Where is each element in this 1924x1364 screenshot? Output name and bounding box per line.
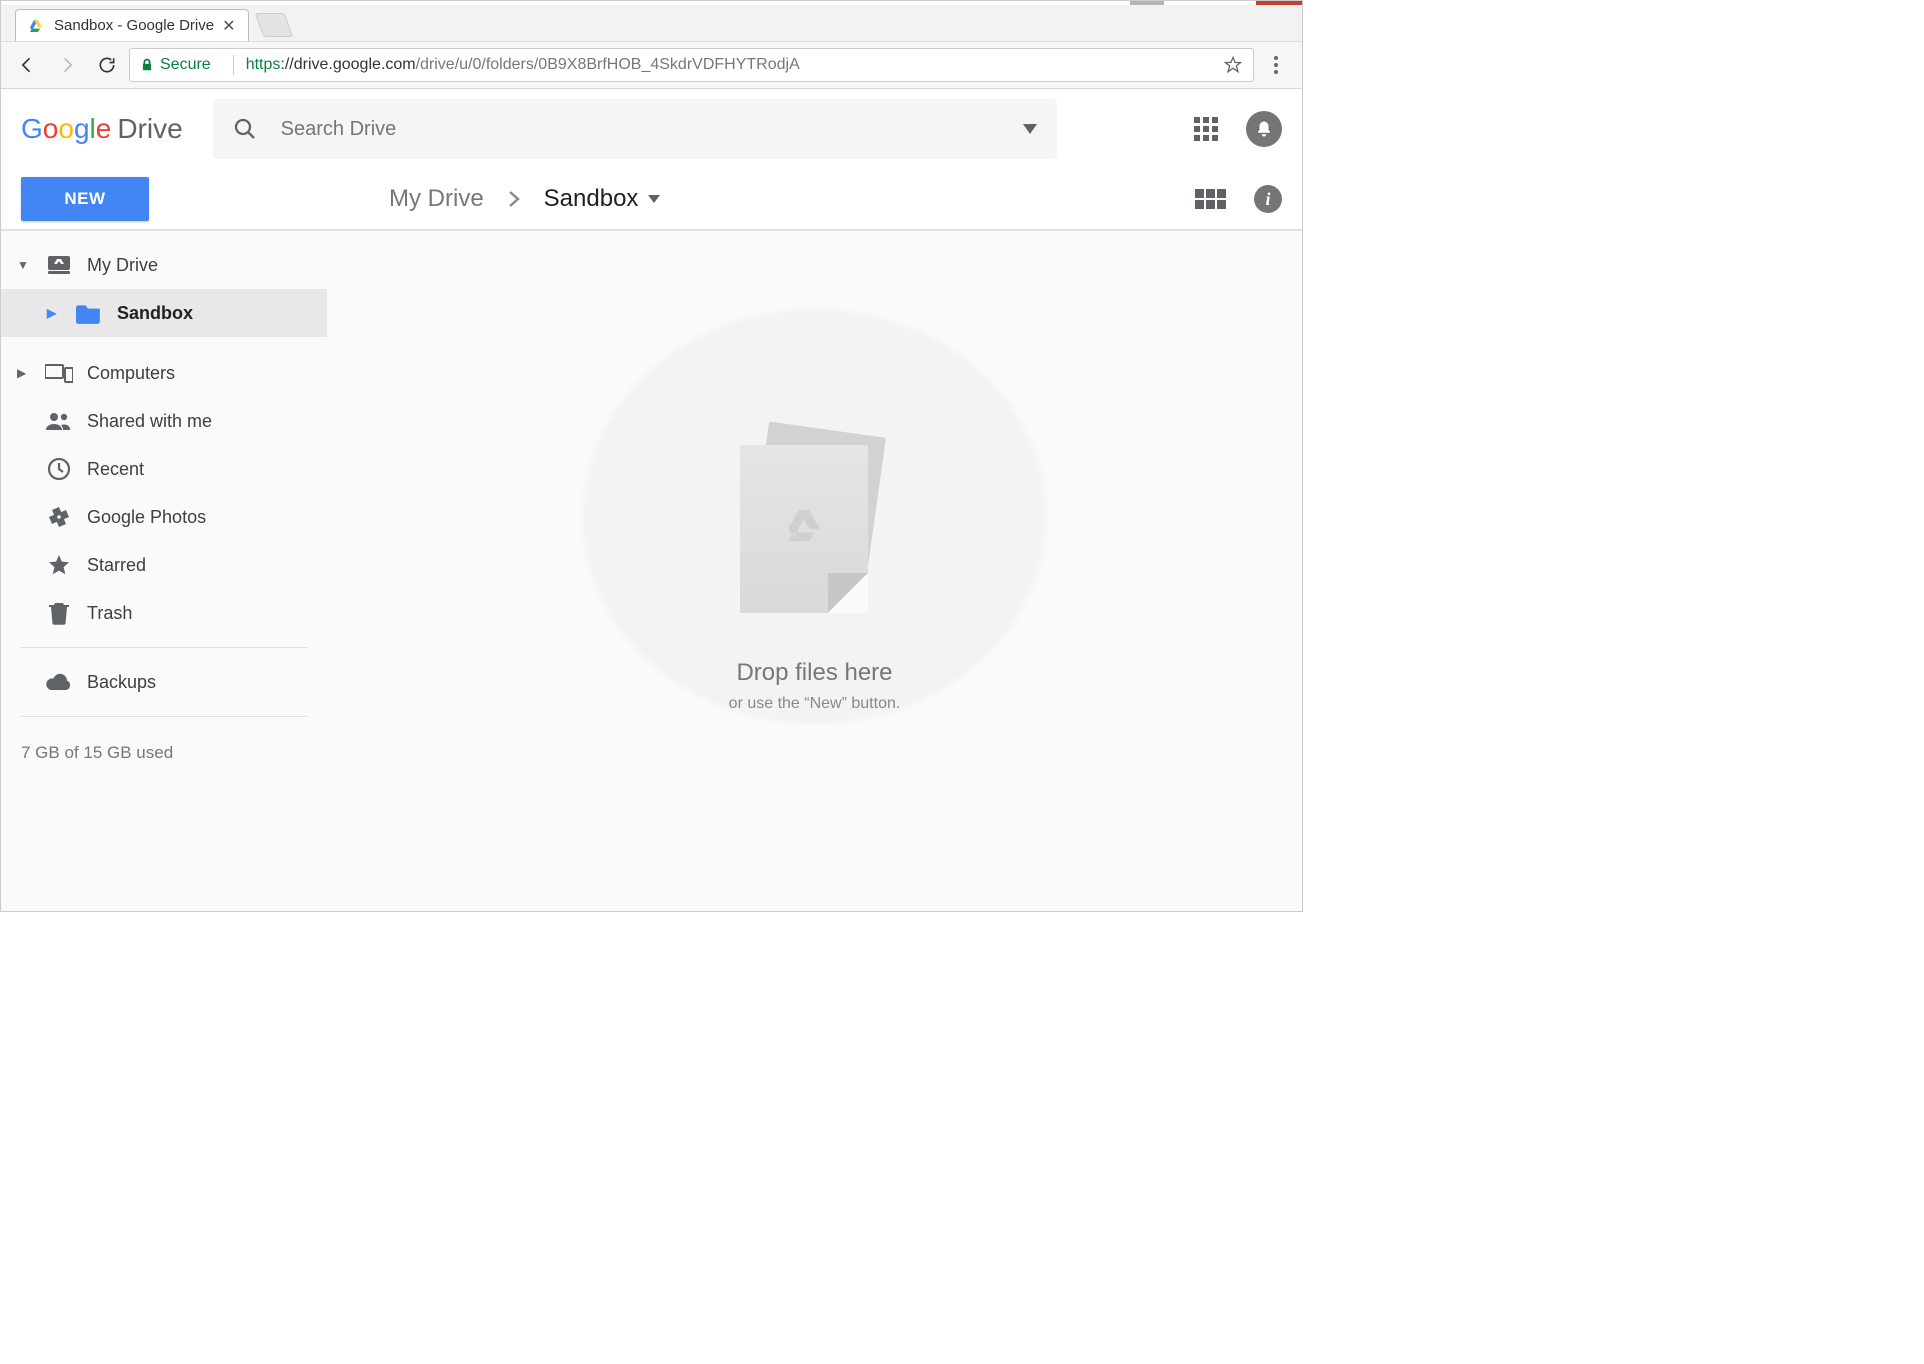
sidebar-item-backups[interactable]: Backups xyxy=(1,658,327,706)
drive-header: Google Drive xyxy=(1,89,1302,169)
drive-product-name: Drive xyxy=(117,113,182,145)
sidebar-label: Trash xyxy=(87,603,132,624)
search-icon xyxy=(233,117,257,141)
drive-favicon xyxy=(28,18,44,34)
tab-strip: Sandbox - Google Drive ✕ xyxy=(1,5,1302,41)
view-grid-icon[interactable] xyxy=(1195,189,1226,209)
chevron-down-icon xyxy=(648,195,660,203)
sidebar-divider xyxy=(21,716,307,717)
sidebar-label: Starred xyxy=(87,555,146,576)
notifications-button[interactable] xyxy=(1246,111,1282,147)
bookmark-star-icon[interactable] xyxy=(1223,55,1243,75)
breadcrumb-root[interactable]: My Drive xyxy=(389,185,484,213)
devices-icon xyxy=(45,363,73,383)
address-bar: Secure https://drive.google.com/drive/u/… xyxy=(1,41,1302,89)
expand-arrow-icon[interactable]: ▶ xyxy=(47,306,61,320)
expand-arrow-icon[interactable]: ▶ xyxy=(17,366,31,380)
browser-tab[interactable]: Sandbox - Google Drive ✕ xyxy=(15,9,249,41)
new-button[interactable]: NEW xyxy=(21,177,149,221)
secure-indicator: Secure xyxy=(140,56,211,74)
tab-title: Sandbox - Google Drive xyxy=(54,17,214,34)
sidebar-label: Sandbox xyxy=(117,303,193,324)
empty-illustration xyxy=(730,429,900,639)
url-separator xyxy=(233,55,234,75)
breadcrumb-current[interactable]: Sandbox xyxy=(544,185,661,213)
tab-close-icon[interactable]: ✕ xyxy=(222,16,235,36)
search-bar[interactable] xyxy=(213,99,1057,159)
sidebar-label: Backups xyxy=(87,672,156,693)
sidebar-item-my-drive[interactable]: ▼ My Drive xyxy=(1,241,327,289)
breadcrumb-current-label: Sandbox xyxy=(544,185,639,213)
browser-menu-button[interactable] xyxy=(1258,47,1294,83)
star-icon xyxy=(45,553,73,577)
empty-subtitle: or use the “New” button. xyxy=(729,695,901,713)
google-drive-logo[interactable]: Google Drive xyxy=(21,113,183,145)
sidebar-item-photos[interactable]: Google Photos xyxy=(1,493,327,541)
photos-icon xyxy=(45,505,73,529)
browser-window: Sandbox - Google Drive ✕ Secure https://… xyxy=(0,0,1303,912)
collapse-arrow-icon[interactable]: ▼ xyxy=(17,258,31,272)
sidebar-item-sandbox[interactable]: ▶ Sandbox xyxy=(1,289,327,337)
drive-body: ▼ My Drive ▶ Sandbox ▶ Computers xyxy=(1,231,1302,911)
storage-usage[interactable]: 7 GB of 15 GB used xyxy=(1,727,327,779)
sidebar-item-shared[interactable]: Shared with me xyxy=(1,397,327,445)
url-scheme: https xyxy=(246,56,281,73)
drive-toolbar: NEW My Drive Sandbox i xyxy=(1,169,1302,231)
sidebar-label: Shared with me xyxy=(87,411,212,432)
url-host: ://drive.google.com xyxy=(280,56,415,73)
bell-icon xyxy=(1255,119,1273,139)
sidebar-label: Computers xyxy=(87,363,175,384)
sidebar: ▼ My Drive ▶ Sandbox ▶ Computers xyxy=(1,231,327,911)
search-input[interactable] xyxy=(281,118,999,141)
sidebar-label: Google Photos xyxy=(87,507,206,528)
empty-title: Drop files here xyxy=(736,659,892,687)
new-tab-button[interactable] xyxy=(254,13,293,37)
drive-triangle-icon xyxy=(782,510,826,548)
sidebar-item-trash[interactable]: Trash xyxy=(1,589,327,637)
folder-icon xyxy=(75,302,103,324)
breadcrumb: My Drive Sandbox xyxy=(389,185,660,213)
sidebar-label: Recent xyxy=(87,459,144,480)
toolbar-right: i xyxy=(1195,185,1282,213)
sidebar-label: My Drive xyxy=(87,255,158,276)
main-content[interactable]: Drop files here or use the “New” button. xyxy=(327,231,1302,911)
clock-icon xyxy=(45,457,73,481)
shared-icon xyxy=(45,412,73,430)
lock-icon xyxy=(140,57,154,73)
url-omnibox[interactable]: Secure https://drive.google.com/drive/u/… xyxy=(129,48,1254,82)
search-options-dropdown-icon[interactable] xyxy=(1023,124,1037,134)
details-button[interactable]: i xyxy=(1254,185,1282,213)
sidebar-item-recent[interactable]: Recent xyxy=(1,445,327,493)
drive-device-icon xyxy=(45,255,73,275)
sidebar-item-starred[interactable]: Starred xyxy=(1,541,327,589)
secure-label: Secure xyxy=(160,56,211,74)
cloud-icon xyxy=(45,672,73,692)
url-text: https://drive.google.com/drive/u/0/folde… xyxy=(246,56,1215,74)
trash-icon xyxy=(45,601,73,625)
sidebar-item-computers[interactable]: ▶ Computers xyxy=(1,349,327,397)
url-path: /drive/u/0/folders/0B9X8BrfHOB_4SkdrVDFH… xyxy=(416,56,800,73)
nav-forward-button[interactable] xyxy=(49,47,85,83)
nav-reload-button[interactable] xyxy=(89,47,125,83)
chevron-right-icon xyxy=(508,190,520,208)
sidebar-divider xyxy=(21,647,307,648)
header-actions xyxy=(1194,111,1282,147)
google-apps-icon[interactable] xyxy=(1194,117,1218,141)
nav-back-button[interactable] xyxy=(9,47,45,83)
